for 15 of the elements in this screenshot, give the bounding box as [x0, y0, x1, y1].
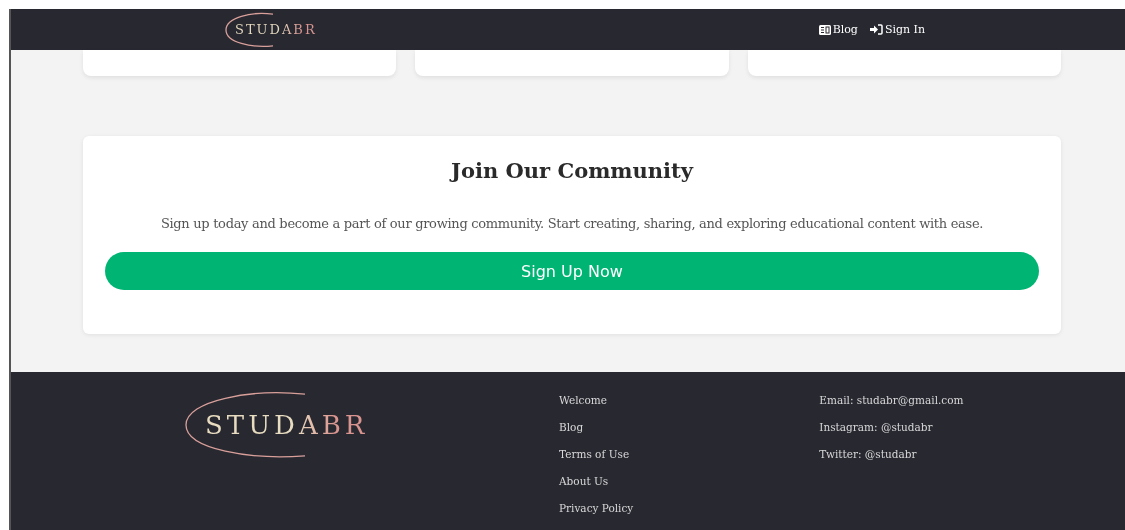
contact-text: Email: studabr@gmail.com [819, 393, 964, 408]
footer-link[interactable]: Privacy Policy [559, 501, 634, 516]
newspaper-icon [818, 24, 831, 35]
contact-text: Instagram: @studabr [819, 420, 934, 435]
footer-link[interactable]: About Us [559, 474, 634, 489]
nav-link[interactable]: Blog [818, 23, 858, 36]
description-text: Sign up today and become a part of our growing community. Start creating, sharing, and exploring educational content with ease. [160, 216, 984, 231]
section-heading: Join Our Community [451, 158, 693, 183]
footer-link[interactable]: Terms of Use [559, 447, 634, 462]
sign-in-icon [869, 24, 883, 35]
nav-link[interactable]: Sign In [869, 23, 925, 36]
contact-text: Twitter: @studabr [819, 447, 918, 462]
logo-text[interactable]: STUDABR [235, 22, 317, 37]
footer-link[interactable]: Blog [559, 420, 634, 435]
footer-link[interactable]: Welcome [559, 393, 634, 408]
